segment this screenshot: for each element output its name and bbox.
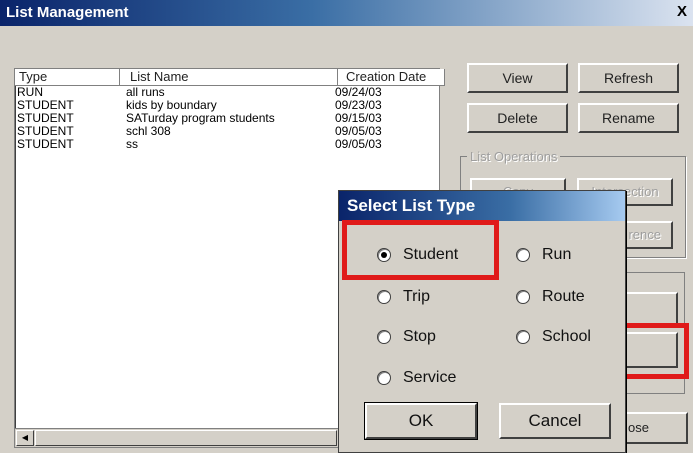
- radio-service-label[interactable]: Service: [403, 367, 456, 389]
- radio-trip-label[interactable]: Trip: [403, 286, 430, 308]
- scroll-left-icon[interactable]: ◀: [16, 430, 34, 446]
- radio-run-circle[interactable]: [516, 248, 530, 262]
- window-titlebar: List Management X: [0, 0, 693, 26]
- radio-stop-label[interactable]: Stop: [403, 326, 436, 348]
- dialog-title: Select List Type: [339, 191, 625, 221]
- rename-button[interactable]: Rename: [578, 103, 679, 133]
- radio-run-label[interactable]: Run: [542, 244, 571, 266]
- cancel-button[interactable]: Cancel: [499, 403, 611, 439]
- radio-stop-circle[interactable]: [377, 330, 391, 344]
- view-button[interactable]: View: [467, 63, 568, 93]
- highlight-box-student: [342, 220, 499, 280]
- scrollbar-thumb[interactable]: [35, 430, 337, 446]
- radio-route-circle[interactable]: [516, 290, 530, 304]
- ok-button[interactable]: OK: [364, 402, 478, 440]
- list-operations-legend: List Operations: [467, 149, 561, 164]
- cell-creation-date: 09/05/03: [335, 137, 382, 151]
- window-title: List Management: [6, 4, 129, 21]
- radio-route-label[interactable]: Route: [542, 286, 585, 308]
- close-icon[interactable]: X: [677, 3, 687, 20]
- radio-school-circle[interactable]: [516, 330, 530, 344]
- radio-school-label[interactable]: School: [542, 326, 591, 348]
- column-header-list-name[interactable]: List Name: [120, 69, 338, 86]
- radio-trip-circle[interactable]: [377, 290, 391, 304]
- refresh-button[interactable]: Refresh: [578, 63, 679, 93]
- column-header-creation-date[interactable]: Creation Date: [338, 69, 445, 86]
- cell-type: STUDENT: [17, 137, 74, 151]
- highlight-box-right: [620, 323, 689, 379]
- radio-service-circle[interactable]: [377, 371, 391, 385]
- cell-list-name: ss: [126, 137, 138, 151]
- delete-button[interactable]: Delete: [467, 103, 568, 133]
- column-header-type[interactable]: Type: [15, 69, 120, 86]
